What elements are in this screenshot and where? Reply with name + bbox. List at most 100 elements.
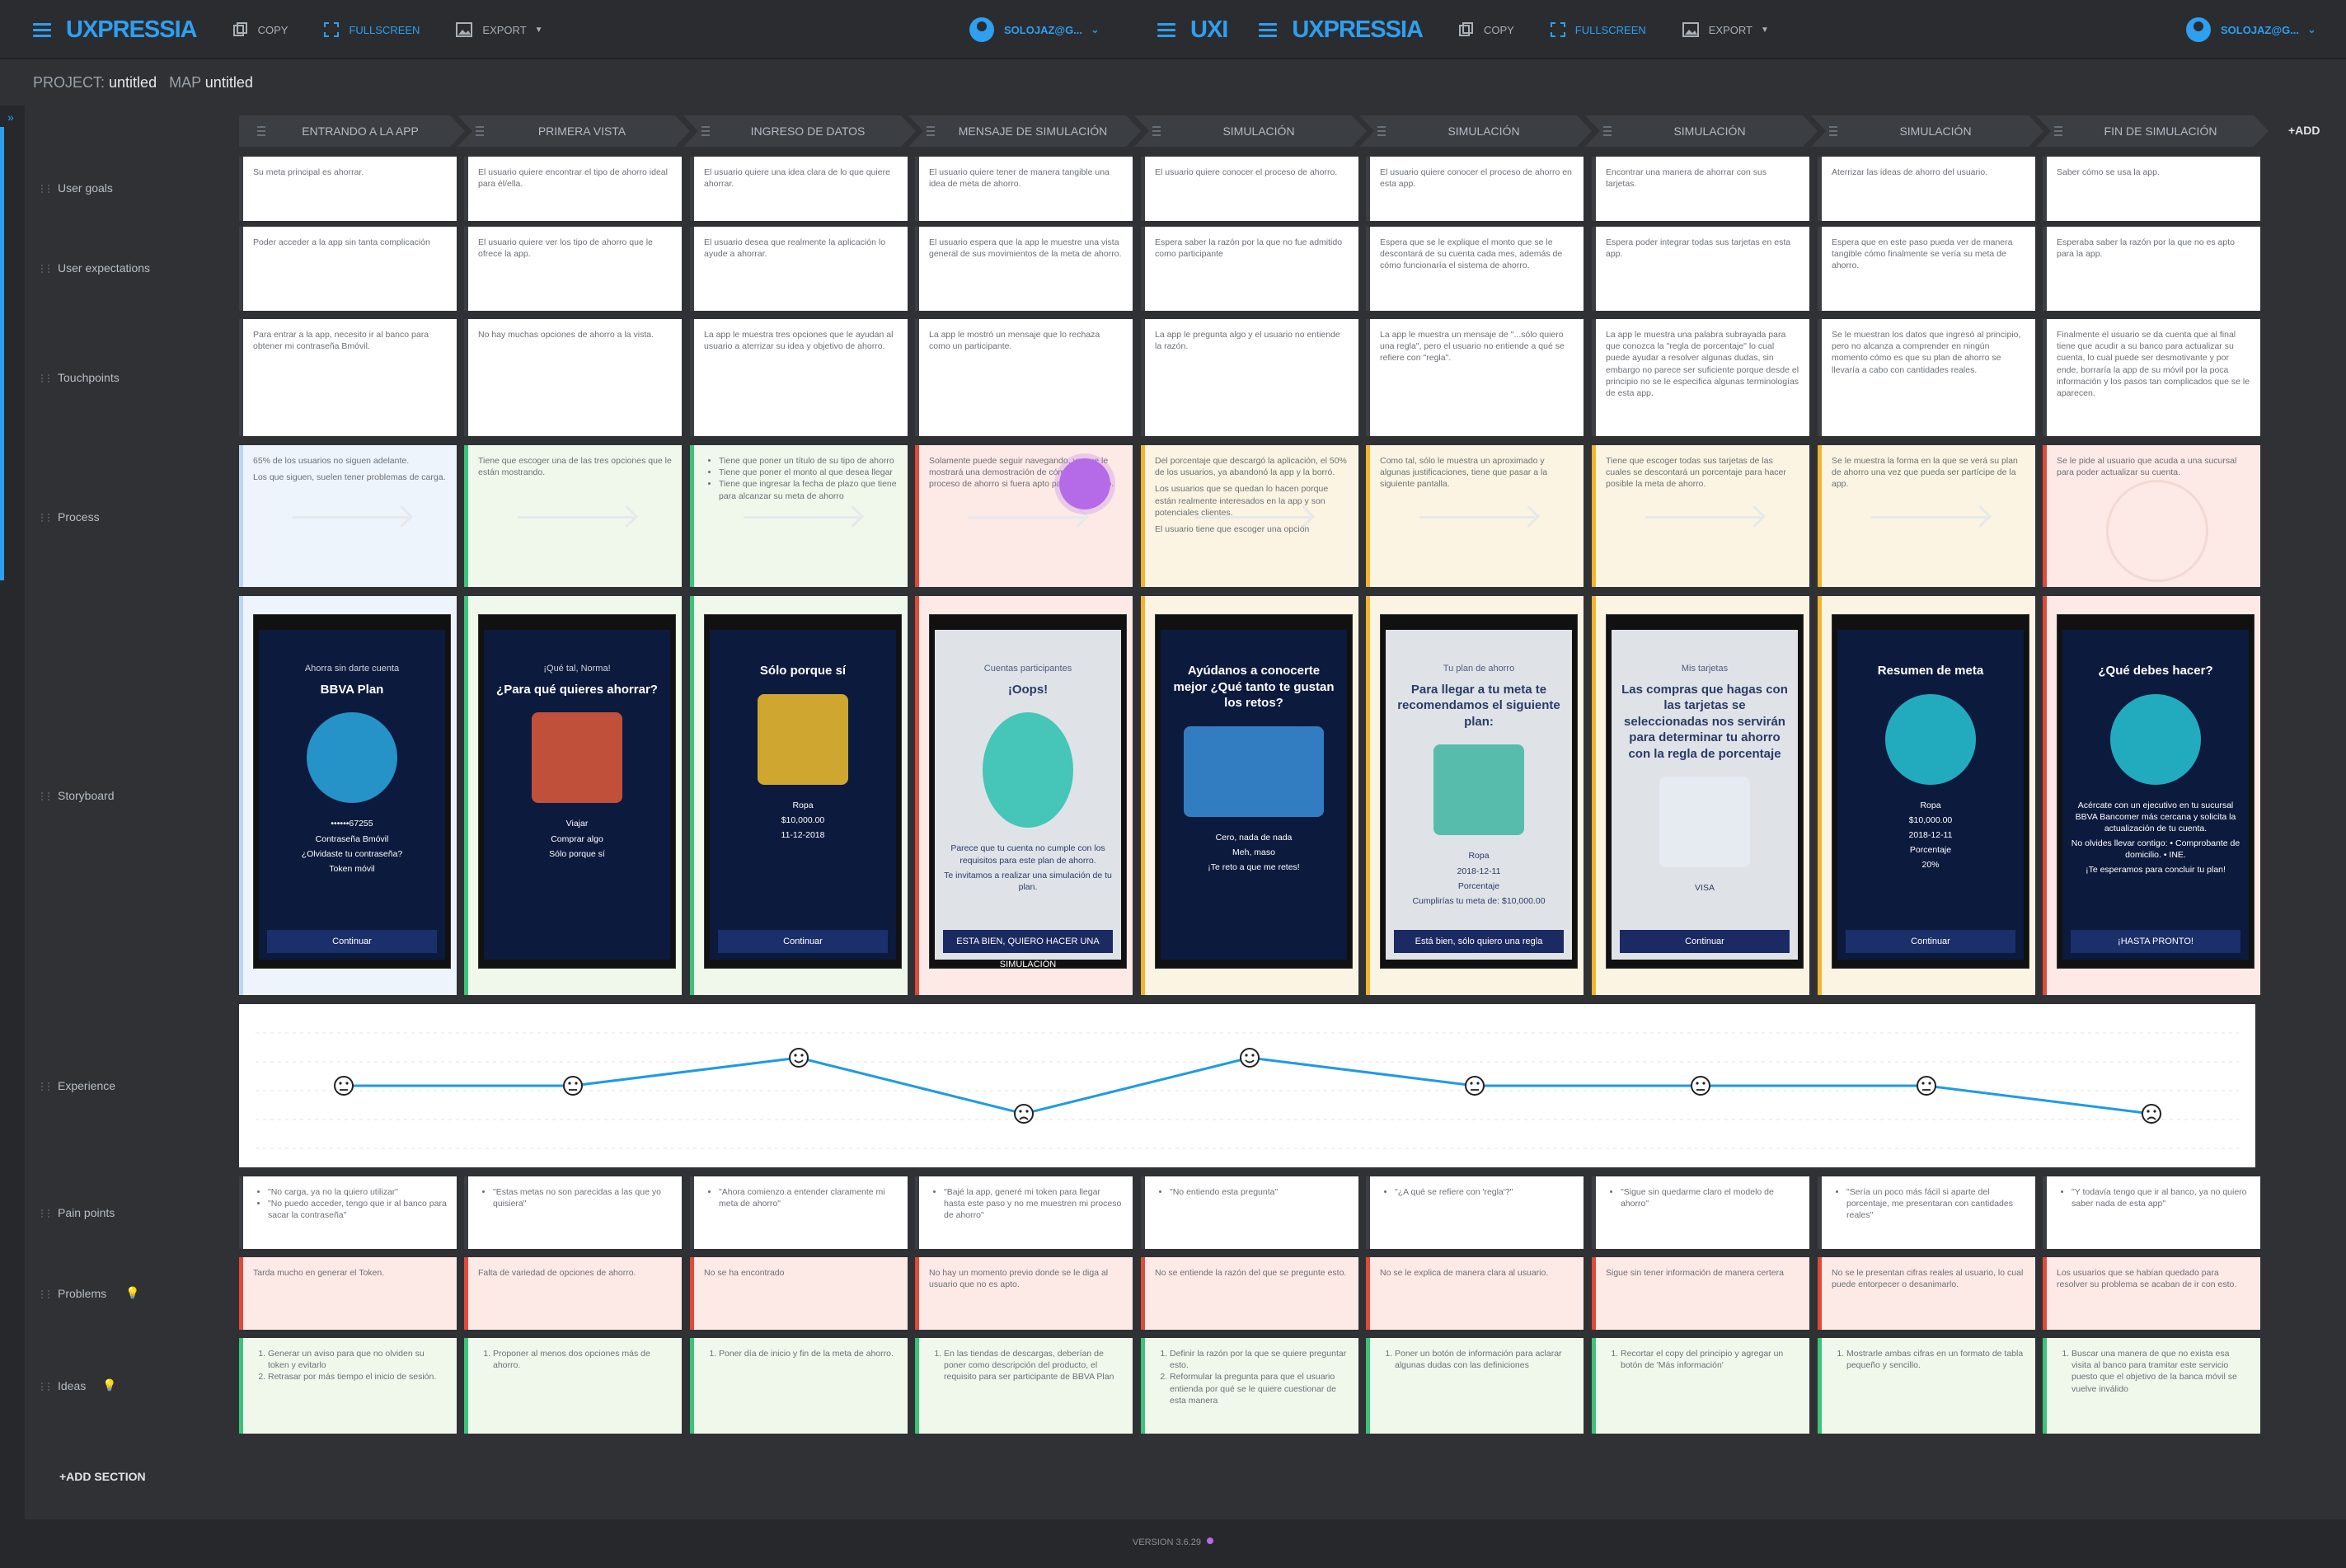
process-cell[interactable]: Tiene que escoger todas sus tarjetas de … — [1592, 445, 1809, 587]
problem-cell[interactable]: No se le presentan cifras reales al usua… — [1818, 1257, 2035, 1330]
neutral-face-icon[interactable] — [1917, 1076, 1936, 1096]
expand-icon[interactable]: » — [7, 110, 14, 124]
user-expectations-cell[interactable]: Espera saber la razón por la que no fue … — [1141, 227, 1358, 311]
side-panel-toggle[interactable]: » — [0, 106, 25, 1519]
drag-handle-icon[interactable] — [476, 126, 484, 136]
problem-cell[interactable]: No hay un momento previo donde se le dig… — [915, 1257, 1133, 1330]
map-name[interactable]: untitled — [205, 74, 253, 91]
menu-icon[interactable] — [33, 21, 56, 38]
column-header[interactable]: FIN DE SIMULACIÓN — [2036, 115, 2269, 147]
column-header[interactable]: MENSAJE DE SIMULACIÓN — [908, 115, 1141, 147]
fullscreen-button-2[interactable]: FULLSCREEN — [1550, 22, 1646, 37]
export-button[interactable]: EXPORT ▼ — [456, 22, 543, 37]
touchpoints-cell[interactable]: Se le muestran los datos que ingresó al … — [1818, 319, 2035, 436]
chat-bubble-icon[interactable] — [1059, 458, 1110, 509]
user-goals-cell[interactable]: El usuario quiere encontrar el tipo de a… — [464, 157, 682, 221]
pain-point-cell[interactable]: "No carga, ya no la quiero utilizar""No … — [239, 1176, 457, 1249]
neutral-face-icon[interactable] — [1691, 1076, 1710, 1096]
problem-cell[interactable]: No se entiende la razón del que se pregu… — [1141, 1257, 1358, 1330]
idea-cell[interactable]: Buscar una manera de que no exista esa v… — [2043, 1338, 2260, 1434]
drag-handle-icon[interactable] — [1829, 126, 1837, 136]
copy-button-2[interactable]: COPY — [1458, 22, 1514, 37]
user-expectations-cell[interactable]: Esperaba saber la razón por la que no es… — [2043, 227, 2260, 311]
add-column-button[interactable]: +ADD — [2288, 124, 2320, 137]
column-header[interactable]: INGRESO DE DATOS — [683, 115, 916, 147]
pain-point-cell[interactable]: "Sería un poco más fácil si aparte del p… — [1818, 1176, 2035, 1249]
drag-handle-icon[interactable] — [1377, 126, 1386, 136]
storyboard-cell[interactable]: Tu plan de ahorro Para llegar a tu meta t… — [1366, 596, 1584, 995]
pain-point-cell[interactable]: "No entiendo esta pregunta" — [1141, 1176, 1358, 1249]
process-cell[interactable]: Tiene que poner un título de su tipo de … — [690, 445, 908, 587]
user-goals-cell[interactable]: Saber cómo se usa la app. — [2043, 157, 2260, 221]
logo-2[interactable]: UXPRESSIA — [1292, 16, 1424, 44]
process-cell[interactable]: Tiene que escoger una de las tres opcion… — [464, 445, 682, 587]
idea-cell[interactable]: En las tiendas de descargas, deberían de… — [915, 1338, 1133, 1434]
sad-face-icon[interactable] — [2142, 1104, 2161, 1124]
storyboard-cell[interactable]: Sólo porque sí Ropa $10,000.00 11-12-2018 Co… — [690, 596, 908, 995]
column-header[interactable]: SIMULACIÓN — [1134, 115, 1367, 147]
storyboard-cell[interactable]: Cuentas participantes ¡Oops! Parece que tu… — [915, 596, 1133, 995]
neutral-face-icon[interactable] — [563, 1076, 583, 1096]
idea-cell[interactable]: Generar un aviso para que no olviden su … — [239, 1338, 457, 1434]
drag-handle-icon[interactable] — [927, 126, 935, 136]
drag-handle-icon[interactable] — [1152, 126, 1161, 136]
copy-button[interactable]: COPY — [232, 22, 288, 37]
column-header[interactable]: SIMULACIÓN — [1585, 115, 1818, 147]
user-goals-cell[interactable]: El usuario quiere una idea clara de lo q… — [690, 157, 908, 221]
user-goals-cell[interactable]: El usuario quiere tener de manera tangib… — [915, 157, 1133, 221]
storyboard-cell[interactable]: ¿Qué debes hacer? Acércate con un ejecuti… — [2043, 596, 2260, 995]
touchpoints-cell[interactable]: La app le muestra un mensaje de "...sólo… — [1366, 319, 1584, 436]
storyboard-cell[interactable]: Resumen de meta Ropa $10,000.00 2018-12-11 P… — [1818, 596, 2035, 995]
pain-point-cell[interactable]: "Estas metas no son parecidas a las que … — [464, 1176, 682, 1249]
column-header[interactable]: SIMULACIÓN — [1359, 115, 1592, 147]
touchpoints-cell[interactable]: Para entrar a la app, necesito ir al ban… — [239, 319, 457, 436]
storyboard-cell[interactable]: Ayúdanos a conocerte mejor ¿Qué tanto te… — [1141, 596, 1358, 995]
menu-icon[interactable] — [1157, 21, 1180, 38]
storyboard-cell[interactable]: Ahorra sin darte cuenta BBVA Plan ••••••67… — [239, 596, 457, 995]
sad-face-icon[interactable] — [1014, 1104, 1034, 1124]
problem-cell[interactable]: Sigue sin tener información de manera ce… — [1592, 1257, 1809, 1330]
happy-face-icon[interactable] — [1240, 1048, 1260, 1068]
touchpoints-cell[interactable]: No hay muchas opciones de ahorro a la vi… — [464, 319, 682, 436]
user-expectations-cell[interactable]: Espera poder integrar todas sus tarjetas… — [1592, 227, 1809, 311]
touchpoints-cell[interactable]: La app le pregunta algo y el usuario no … — [1141, 319, 1358, 436]
user-expectations-cell[interactable]: Poder acceder a la app sin tanta complic… — [239, 227, 457, 311]
project-name[interactable]: untitled — [109, 74, 157, 91]
user-goals-cell[interactable]: Su meta principal es ahorrar. — [239, 157, 457, 221]
drag-handle-icon[interactable] — [1603, 126, 1612, 136]
drag-handle-icon[interactable] — [701, 126, 710, 136]
menu-icon-2[interactable] — [1259, 21, 1282, 38]
idea-cell[interactable]: Poner un botón de información para aclar… — [1366, 1338, 1584, 1434]
drag-handle-icon[interactable] — [2054, 126, 2062, 136]
pain-point-cell[interactable]: "Ahora comienzo a entender claramente mi… — [690, 1176, 908, 1249]
column-header[interactable]: SIMULACIÓN — [1811, 115, 2043, 147]
touchpoints-cell[interactable]: Finalmente el usuario se da cuenta que a… — [2043, 319, 2260, 436]
user-menu-left[interactable]: SOLOJAZ@G... ⌄ — [969, 0, 1100, 59]
user-expectations-cell[interactable]: Espera que se le explique el monto que s… — [1366, 227, 1584, 311]
touchpoints-cell[interactable]: La app le muestra una palabra subrayada … — [1592, 319, 1809, 436]
idea-cell[interactable]: Poner día de inicio y fin de la meta de … — [690, 1338, 908, 1434]
problem-cell[interactable]: Tarda mucho en generar el Token. — [239, 1257, 457, 1330]
storyboard-cell[interactable]: ¡Qué tal, Norma! ¿Para qué quieres ahorra… — [464, 596, 682, 995]
idea-cell[interactable]: Definir la razón por la que se quiere pr… — [1141, 1338, 1358, 1434]
problem-cell[interactable]: No se le explica de manera clara al usua… — [1366, 1257, 1584, 1330]
happy-face-icon[interactable] — [789, 1048, 809, 1068]
row-drag-handle-icon[interactable] — [41, 792, 49, 800]
idea-cell[interactable]: Mostrarle ambas cifras en un formato de … — [1818, 1338, 2035, 1434]
row-drag-handle-icon[interactable] — [41, 1383, 49, 1391]
user-expectations-cell[interactable]: El usuario espera que la app le muestre … — [915, 227, 1133, 311]
add-section-button[interactable]: +ADD SECTION — [59, 1470, 146, 1483]
problem-cell[interactable]: No se ha encontrado — [690, 1257, 908, 1330]
logo[interactable]: UXPRESSIA — [66, 16, 198, 44]
pain-point-cell[interactable]: "Y todavía tengo que ir al banco, ya no … — [2043, 1176, 2260, 1249]
row-drag-handle-icon[interactable] — [41, 374, 49, 383]
idea-cell[interactable]: Recortar el copy del principio y agregar… — [1592, 1338, 1809, 1434]
pain-point-cell[interactable]: "¿A qué se refiere con 'regla'?" — [1366, 1176, 1584, 1249]
process-cell[interactable]: Se le pide al usuario que acuda a una su… — [2043, 445, 2260, 587]
user-expectations-cell[interactable]: El usuario desea que realmente la aplica… — [690, 227, 908, 311]
pain-point-cell[interactable]: "Bajé la app, generé mi token para llega… — [915, 1176, 1133, 1249]
row-drag-handle-icon[interactable] — [41, 265, 49, 273]
problem-cell[interactable]: Los usuarios que se habían quedado para … — [2043, 1257, 2260, 1330]
column-header[interactable]: ENTRANDO A LA APP — [239, 115, 465, 147]
user-goals-cell[interactable]: Encontrar una manera de ahorrar con sus … — [1592, 157, 1809, 221]
